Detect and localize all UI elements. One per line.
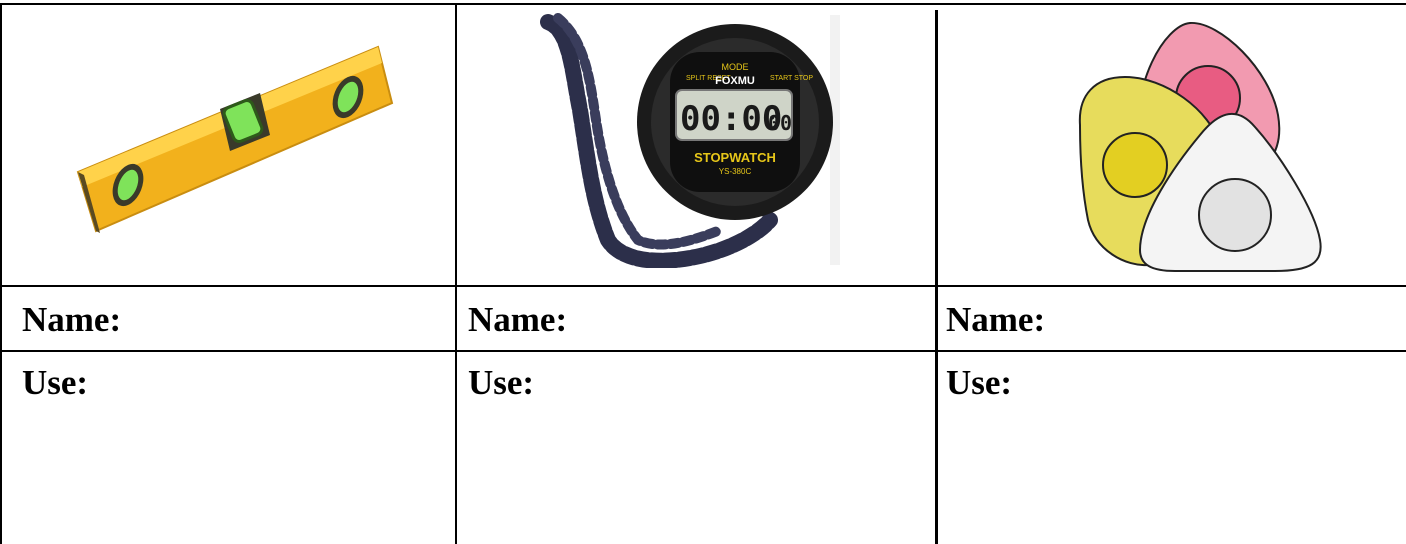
stopwatch-display-small: 00 — [768, 111, 792, 135]
stopwatch-model: YS-380C — [719, 167, 752, 176]
tool-1-name-label: Name: — [22, 300, 122, 339]
table-border-left — [0, 3, 2, 544]
table-border-top — [0, 3, 1406, 5]
tailor-chalk-icon — [1070, 15, 1340, 275]
table-column-divider-2 — [935, 10, 938, 544]
table-row-divider-1 — [0, 285, 1406, 287]
tool-2-use-label: Use: — [468, 363, 535, 402]
stopwatch-icon: MODE SPLIT RESET START STOP FOXMU 00:00 … — [530, 10, 840, 268]
stopwatch-button-mode-label: MODE — [722, 62, 749, 72]
stopwatch-button-start-label: START STOP — [770, 75, 813, 82]
table-row-divider-2 — [0, 350, 1406, 352]
table-column-divider-1 — [455, 3, 457, 544]
stopwatch-display: 00:00 — [680, 99, 782, 139]
tool-2-name-label: Name: — [468, 300, 568, 339]
stopwatch-brand: FOXMU — [715, 75, 755, 87]
tool-3-use-label: Use: — [946, 363, 1013, 402]
spirit-level-icon — [70, 35, 400, 245]
tools-worksheet-table: Name: Use: MODE SPLIT RESET START STOP F… — [0, 0, 1406, 544]
stopwatch-face-text: STOPWATCH — [694, 150, 776, 165]
tool-3-name-label: Name: — [946, 300, 1046, 339]
tool-1-use-label: Use: — [22, 363, 89, 402]
